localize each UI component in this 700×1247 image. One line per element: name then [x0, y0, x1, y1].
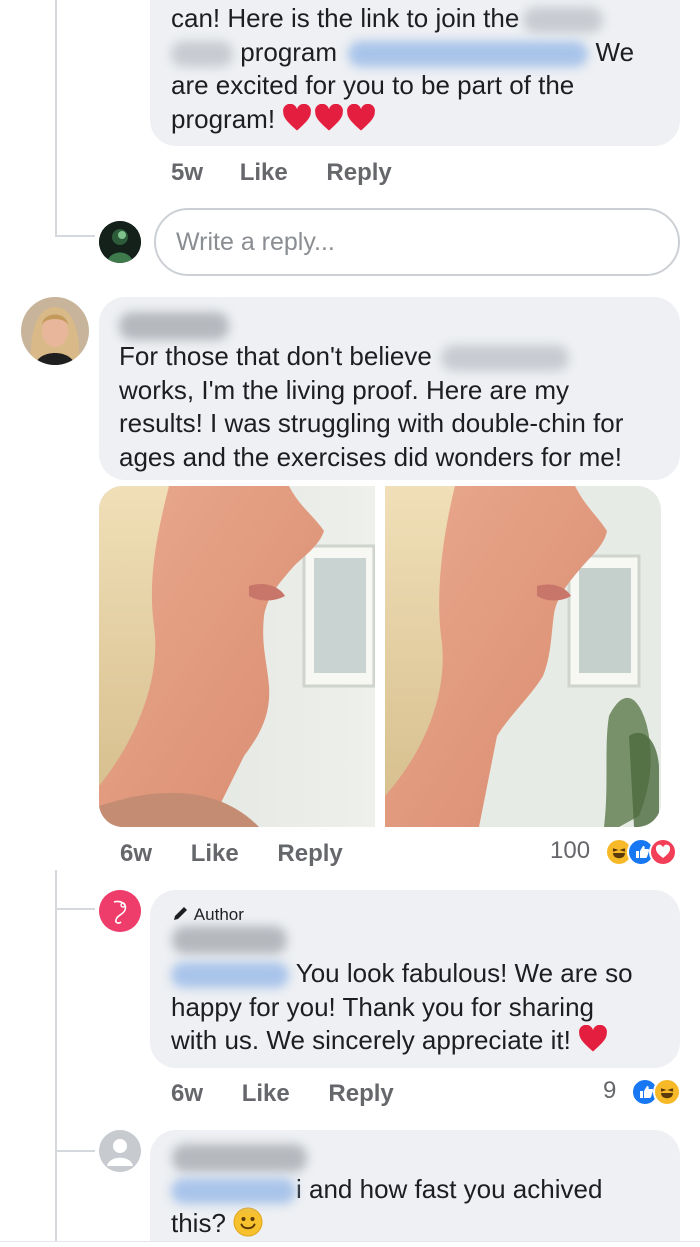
- heart-icon: [578, 1024, 608, 1053]
- comment-text: program!: [171, 103, 276, 134]
- comment-text: i and how fast you achived: [296, 1174, 603, 1204]
- heart-icon: [314, 103, 344, 132]
- redacted-text: [441, 345, 570, 372]
- reaction-summary[interactable]: 9: [603, 1077, 682, 1106]
- comment-bubble-4: i and how fast you achived this?: [150, 1130, 680, 1247]
- reply-input[interactable]: Write a reply...: [154, 208, 680, 276]
- redacted-text: [523, 7, 604, 34]
- comment-bubble-1: can! Here is the link to join the progra…: [150, 0, 680, 146]
- comment-bubble-2: For those that don't believe works, I'm …: [99, 297, 680, 480]
- comment-text: works, I'm the living proof. Here are my: [119, 374, 569, 405]
- comment-text: program: [240, 36, 338, 67]
- reply-button[interactable]: Reply: [277, 840, 342, 868]
- comment-text: can! Here is the link to join the: [171, 3, 520, 33]
- thread-connector-1: [55, 235, 95, 237]
- reaction-count: 100: [550, 837, 591, 864]
- reaction-summary[interactable]: 100: [550, 837, 677, 866]
- thread-line-bottom: [55, 870, 57, 1180]
- reply-button[interactable]: Reply: [326, 159, 391, 187]
- comment-text: this?: [171, 1207, 226, 1238]
- author-badge: Author: [172, 904, 244, 927]
- comment-timestamp[interactable]: 6w: [171, 1080, 203, 1108]
- comment-timestamp[interactable]: 5w: [171, 159, 203, 187]
- comment-timestamp[interactable]: 6w: [120, 840, 152, 868]
- comment-text: ages and the exercises did wonders for m…: [119, 441, 622, 472]
- reply-button[interactable]: Reply: [328, 1080, 393, 1108]
- comment-meta-1: 5w Like Reply: [171, 159, 392, 187]
- redacted-link[interactable]: [348, 40, 589, 67]
- redacted-author-name[interactable]: [172, 1144, 307, 1172]
- comment-text: with us. We sincerely appreciate it!: [171, 1025, 571, 1055]
- thread-connector-2: [55, 908, 95, 910]
- avatar[interactable]: [99, 890, 141, 932]
- comment-meta-3: 6w Like Reply: [171, 1080, 394, 1108]
- redacted-mention[interactable]: [171, 1178, 296, 1205]
- redacted-text: [171, 40, 233, 67]
- avatar[interactable]: [21, 297, 89, 365]
- redacted-author-name[interactable]: [172, 926, 287, 954]
- avatar[interactable]: [99, 1130, 141, 1172]
- comment-text: results! I was struggling with double-ch…: [119, 408, 624, 438]
- thread-connector-3: [55, 1150, 95, 1152]
- reaction-count: 9: [603, 1077, 617, 1104]
- comment-text: are excited for you to be part of the: [171, 70, 575, 100]
- comment-text: You look fabulous! We are so: [295, 958, 633, 988]
- attached-photo[interactable]: [99, 486, 661, 827]
- comment-text: happy for you! Thank you for sharing: [171, 991, 594, 1022]
- like-button[interactable]: Like: [240, 159, 288, 187]
- smile-emoji-icon: [233, 1207, 263, 1246]
- like-button[interactable]: Like: [191, 840, 239, 868]
- haha-reaction-icon: [653, 1077, 682, 1106]
- bottom-divider: [0, 1241, 700, 1247]
- heart-icon: [346, 103, 376, 132]
- comment-bubble-3: Author You look fabulous! We are so happ…: [150, 890, 680, 1068]
- thread-line-top: [55, 0, 57, 236]
- comment-text: We: [595, 36, 635, 67]
- pencil-icon: [172, 904, 190, 927]
- avatar[interactable]: [99, 221, 141, 263]
- comment-meta-2: 6w Like Reply: [120, 840, 343, 868]
- redacted-author-name[interactable]: [119, 312, 229, 340]
- heart-icon: [282, 103, 312, 132]
- like-button[interactable]: Like: [242, 1080, 290, 1108]
- love-reaction-icon: [648, 837, 677, 866]
- reply-input-placeholder: Write a reply...: [176, 228, 335, 256]
- redacted-mention[interactable]: [171, 962, 289, 989]
- comment-text: For those that don't believe: [119, 341, 432, 371]
- thread-line-final: [55, 1150, 57, 1247]
